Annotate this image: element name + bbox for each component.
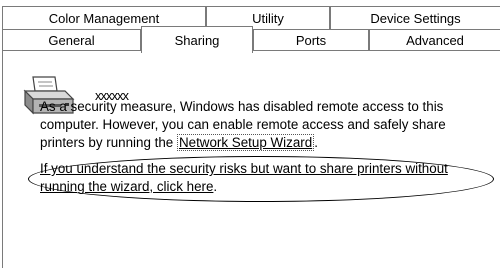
tab-general[interactable]: General — [2, 29, 141, 51]
message-end: . — [314, 135, 318, 150]
tab-device-settings[interactable]: Device Settings — [330, 6, 500, 29]
tab-ports[interactable]: Ports — [253, 29, 369, 51]
security-message: As a security measure, Windows has disab… — [40, 98, 480, 152]
network-setup-wizard-link[interactable]: Network Setup Wizard — [176, 134, 315, 151]
tab-advanced[interactable]: Advanced — [369, 29, 500, 51]
tab-sharing[interactable]: Sharing — [141, 26, 253, 53]
share-link-text: If you understand the security risks but… — [40, 161, 448, 194]
share-link-end: . — [213, 179, 218, 194]
sharing-panel: xxxxxx — [2, 50, 500, 268]
share-without-wizard-link[interactable]: If you understand the security risks but… — [40, 160, 480, 196]
